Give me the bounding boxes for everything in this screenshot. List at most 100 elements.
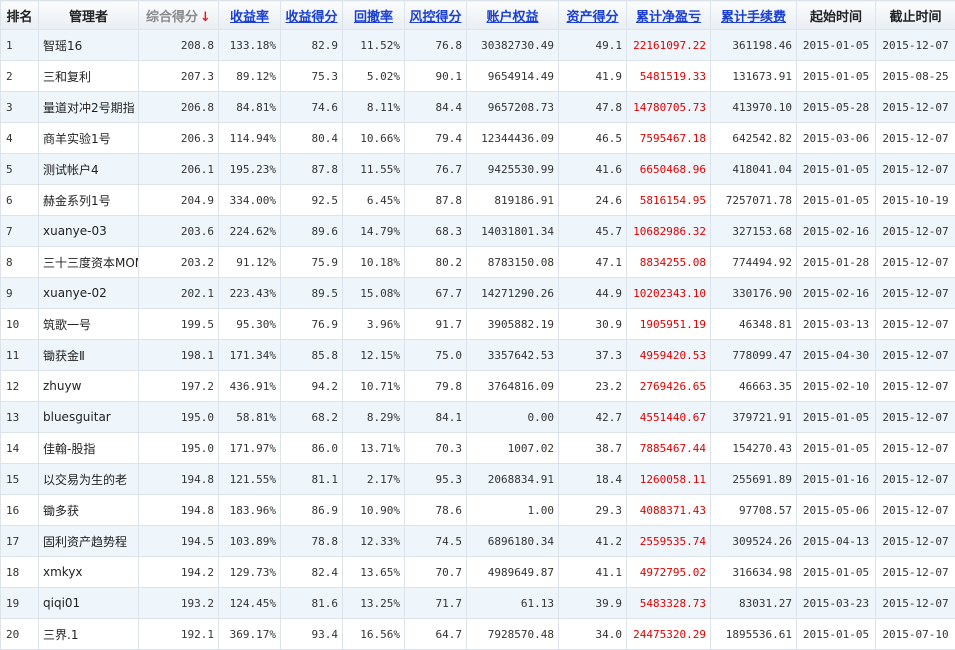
table-row[interactable]: 6赫金系列1号204.9334.00%92.56.45%87.8819186.9… <box>1 185 955 216</box>
manager-name[interactable]: 锄获金Ⅱ <box>39 340 139 371</box>
composite-score: 193.2 <box>139 588 219 619</box>
risk-score: 84.4 <box>405 92 467 123</box>
manager-name[interactable]: zhuyw <box>39 371 139 402</box>
start-date: 2015-01-05 <box>797 402 876 433</box>
manager-name[interactable]: 佳翰-股指 <box>39 433 139 464</box>
manager-name[interactable]: 测试帐户4 <box>39 154 139 185</box>
end-date: 2015-12-07 <box>876 154 955 185</box>
risk-score: 84.1 <box>405 402 467 433</box>
end-date: 2015-07-10 <box>876 619 955 650</box>
risk-score: 80.2 <box>405 247 467 278</box>
start-date: 2015-01-05 <box>797 30 876 61</box>
cumulative-fees: 379721.91 <box>711 402 797 433</box>
net-profit: 8834255.08 <box>627 247 711 278</box>
return-rate: 129.73% <box>219 557 281 588</box>
table-row[interactable]: 12zhuyw197.2436.91%94.210.71%79.83764816… <box>1 371 955 402</box>
header-net-profit[interactable]: 累计净盈亏 <box>627 1 711 30</box>
net-profit: 1905951.19 <box>627 309 711 340</box>
return-rate: 223.43% <box>219 278 281 309</box>
manager-name[interactable]: qiqi01 <box>39 588 139 619</box>
account-equity: 14271290.26 <box>467 278 559 309</box>
table-row[interactable]: 17固利资产趋势程194.5103.89%78.812.33%74.568961… <box>1 526 955 557</box>
drawdown-rate: 11.52% <box>343 30 405 61</box>
start-date: 2015-01-05 <box>797 557 876 588</box>
risk-score: 90.1 <box>405 61 467 92</box>
manager-name[interactable]: 三十三度资本MOM <box>39 247 139 278</box>
header-fees[interactable]: 累计手续费 <box>711 1 797 30</box>
manager-name[interactable]: 智瑶16 <box>39 30 139 61</box>
cumulative-fees: 97708.57 <box>711 495 797 526</box>
manager-name[interactable]: bluesguitar <box>39 402 139 433</box>
header-asset-score[interactable]: 资产得分 <box>559 1 627 30</box>
asset-score: 47.8 <box>559 92 627 123</box>
account-equity: 30382730.49 <box>467 30 559 61</box>
manager-name[interactable]: xuanye-03 <box>39 216 139 247</box>
manager-name[interactable]: 锄多获 <box>39 495 139 526</box>
header-risk-score[interactable]: 风控得分 <box>405 1 467 30</box>
table-row[interactable]: 8三十三度资本MOM203.291.12%75.910.18%80.287831… <box>1 247 955 278</box>
manager-name[interactable]: 三和复利 <box>39 61 139 92</box>
header-composite-score[interactable]: 综合得分↓ <box>139 1 219 30</box>
manager-name[interactable]: 赫金系列1号 <box>39 185 139 216</box>
header-equity[interactable]: 账户权益 <box>467 1 559 30</box>
cumulative-fees: 1895536.61 <box>711 619 797 650</box>
cumulative-fees: 418041.04 <box>711 154 797 185</box>
return-score: 68.2 <box>281 402 343 433</box>
asset-score: 46.5 <box>559 123 627 154</box>
asset-score: 29.3 <box>559 495 627 526</box>
risk-score: 79.8 <box>405 371 467 402</box>
manager-name[interactable]: xuanye-02 <box>39 278 139 309</box>
account-equity: 0.00 <box>467 402 559 433</box>
drawdown-rate: 12.33% <box>343 526 405 557</box>
manager-name[interactable]: 三界.1 <box>39 619 139 650</box>
table-row[interactable]: 13bluesguitar195.058.81%68.28.29%84.10.0… <box>1 402 955 433</box>
account-equity: 3764816.09 <box>467 371 559 402</box>
table-row[interactable]: 19qiqi01193.2124.45%81.613.25%71.761.133… <box>1 588 955 619</box>
table-row[interactable]: 5测试帐户4206.1195.23%87.811.55%76.79425530.… <box>1 154 955 185</box>
asset-score: 41.6 <box>559 154 627 185</box>
table-row[interactable]: 11锄获金Ⅱ198.1171.34%85.812.15%75.03357642.… <box>1 340 955 371</box>
risk-score: 79.4 <box>405 123 467 154</box>
manager-name[interactable]: xmkyx <box>39 557 139 588</box>
manager-name[interactable]: 商羊实验1号 <box>39 123 139 154</box>
start-date: 2015-01-05 <box>797 154 876 185</box>
header-return-score[interactable]: 收益得分 <box>281 1 343 30</box>
table-row[interactable]: 3量道对冲2号期指206.884.81%74.68.11%84.49657208… <box>1 92 955 123</box>
net-profit: 2769426.65 <box>627 371 711 402</box>
header-return-rate[interactable]: 收益率 <box>219 1 281 30</box>
manager-name[interactable]: 筑歌一号 <box>39 309 139 340</box>
rank-cell: 11 <box>1 340 39 371</box>
table-row[interactable]: 4商羊实验1号206.3114.94%80.410.66%79.41234443… <box>1 123 955 154</box>
table-row[interactable]: 9xuanye-02202.1223.43%89.515.08%67.71427… <box>1 278 955 309</box>
table-row[interactable]: 16锄多获194.8183.96%86.910.90%78.61.0029.34… <box>1 495 955 526</box>
ranking-table: 排名 管理者 综合得分↓ 收益率 收益得分 回撤率 风控得分 账户权益 资产得分… <box>0 0 955 650</box>
table-row[interactable]: 14佳翰-股指195.0171.97%86.013.71%70.31007.02… <box>1 433 955 464</box>
table-row[interactable]: 18xmkyx194.2129.73%82.413.65%70.74989649… <box>1 557 955 588</box>
rank-cell: 13 <box>1 402 39 433</box>
header-drawdown[interactable]: 回撤率 <box>343 1 405 30</box>
table-row[interactable]: 20三界.1192.1369.17%93.416.56%64.77928570.… <box>1 619 955 650</box>
drawdown-rate: 6.45% <box>343 185 405 216</box>
account-equity: 12344436.09 <box>467 123 559 154</box>
return-rate: 224.62% <box>219 216 281 247</box>
asset-score: 34.0 <box>559 619 627 650</box>
asset-score: 24.6 <box>559 185 627 216</box>
drawdown-rate: 2.17% <box>343 464 405 495</box>
table-row[interactable]: 2三和复利207.389.12%75.35.02%90.19654914.494… <box>1 61 955 92</box>
end-date: 2015-12-07 <box>876 371 955 402</box>
composite-score: 195.0 <box>139 402 219 433</box>
account-equity: 9654914.49 <box>467 61 559 92</box>
return-score: 87.8 <box>281 154 343 185</box>
asset-score: 41.1 <box>559 557 627 588</box>
table-row[interactable]: 7xuanye-03203.6224.62%89.614.79%68.31403… <box>1 216 955 247</box>
end-date: 2015-12-07 <box>876 402 955 433</box>
return-rate: 58.81% <box>219 402 281 433</box>
manager-name[interactable]: 固利资产趋势程 <box>39 526 139 557</box>
manager-name[interactable]: 以交易为生的老 <box>39 464 139 495</box>
manager-name[interactable]: 量道对冲2号期指 <box>39 92 139 123</box>
sort-desc-icon: ↓ <box>200 10 211 25</box>
table-row[interactable]: 15以交易为生的老194.8121.55%81.12.17%95.3206883… <box>1 464 955 495</box>
risk-score: 70.3 <box>405 433 467 464</box>
table-row[interactable]: 1智瑶16208.8133.18%82.911.52%76.830382730.… <box>1 30 955 61</box>
table-row[interactable]: 10筑歌一号199.595.30%76.93.96%91.73905882.19… <box>1 309 955 340</box>
